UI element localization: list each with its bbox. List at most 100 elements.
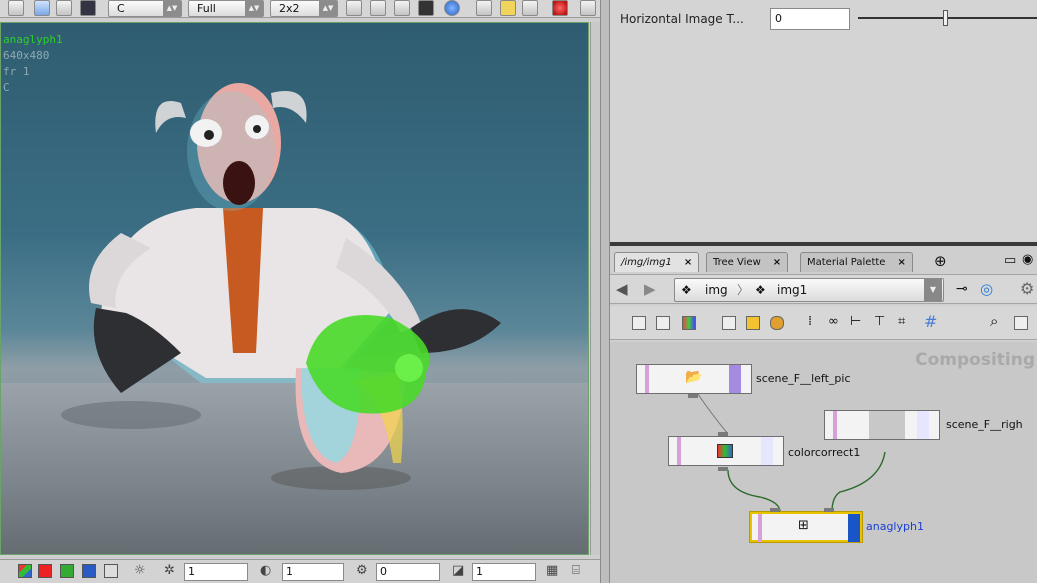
- note-icon[interactable]: [722, 316, 736, 330]
- alpha-channel-icon[interactable]: [104, 564, 118, 578]
- tab-material-palette[interactable]: Material Palette ×: [800, 252, 913, 272]
- scroll-right-icon[interactable]: [580, 0, 596, 16]
- image-viewport[interactable]: anaglyph1 640x480 fr 1 C: [0, 22, 589, 555]
- chevron-down-icon: ▲▼: [163, 1, 181, 16]
- node-flag: [729, 365, 741, 393]
- output-connector[interactable]: [718, 467, 728, 471]
- anaglyph-render-image: [61, 83, 501, 490]
- rgb-channels-icon[interactable]: [18, 564, 32, 578]
- gamma-icon[interactable]: ◐: [260, 563, 271, 578]
- arrange-icon[interactable]: ⌗: [898, 314, 905, 329]
- resolution-dropdown[interactable]: Full ▲▼: [188, 0, 264, 17]
- tab-label: Tree View: [713, 257, 761, 268]
- plane-dropdown[interactable]: C ▲▼: [108, 0, 182, 17]
- forward-arrow-icon[interactable]: ▶: [644, 280, 656, 298]
- viewer-toolbar: C ▲▼ Full ▲▼ 2x2 ▲▼: [0, 0, 600, 18]
- compare-a-icon[interactable]: [476, 0, 492, 16]
- green-channel-icon[interactable]: [60, 564, 74, 578]
- network-canvas[interactable]: Compositing 📂 scene_F__left_pic scene_F_…: [610, 342, 1037, 583]
- path-level-img[interactable]: img: [705, 279, 728, 301]
- img-network-icon: ❖: [681, 283, 692, 297]
- horizontal-image-translate-field[interactable]: 0: [770, 8, 850, 30]
- network-path[interactable]: ❖ img 〉 ❖ img1: [674, 278, 944, 302]
- viewport-frame: fr 1: [3, 65, 30, 78]
- maximize-icon[interactable]: ▭: [1004, 253, 1016, 268]
- tab-img-network[interactable]: /img/img1 ×: [614, 252, 700, 272]
- resolution-dropdown-value: Full: [197, 2, 216, 15]
- viewer-scrollbar[interactable]: [590, 22, 600, 555]
- network-pane: /img/img1 × Tree View × Material Palette × …: [610, 246, 1037, 583]
- search-icon[interactable]: ⌕: [990, 312, 998, 330]
- tree-layout-icon[interactable]: ⊢: [850, 314, 861, 329]
- align-icon[interactable]: ⊤: [874, 314, 885, 329]
- network-toolbar: ⁞ ∞ ⊢ ⊤ ⌗ # ⌕: [610, 306, 1037, 340]
- node-scene-right-pic[interactable]: [824, 410, 940, 440]
- slider-handle[interactable]: [943, 10, 948, 26]
- gamma-field[interactable]: 1: [282, 563, 344, 581]
- color-correct-icon: [717, 444, 733, 458]
- grid-icon[interactable]: ▦: [546, 563, 558, 578]
- sticky-note-icon[interactable]: [746, 316, 760, 330]
- path-level-img1[interactable]: img1: [777, 279, 807, 301]
- stereo-icon[interactable]: [552, 0, 568, 16]
- view-icon[interactable]: [1014, 316, 1028, 330]
- horizontal-image-translate-label: Horizontal Image T...: [620, 12, 744, 26]
- node-label: scene_F__left_pic: [756, 372, 851, 385]
- export-icon[interactable]: ⌸: [572, 563, 580, 578]
- list-view-icon[interactable]: [632, 316, 646, 330]
- compare-b-icon[interactable]: [500, 0, 516, 16]
- node-colorcorrect1[interactable]: [668, 436, 784, 466]
- output-connector[interactable]: [688, 394, 698, 398]
- pane-splitter[interactable]: [600, 0, 610, 583]
- gear-icon[interactable]: ⚙: [1020, 279, 1034, 298]
- offset-field[interactable]: 0: [376, 563, 440, 581]
- fit-icon[interactable]: [418, 0, 434, 16]
- compare-ab-icon[interactable]: [522, 0, 538, 16]
- home-icon[interactable]: [394, 0, 410, 16]
- blue-channel-icon[interactable]: [82, 564, 96, 578]
- viewport-overlay-info: anaglyph1 640x480 fr 1 C: [3, 32, 63, 96]
- brightness-icon[interactable]: ☼: [134, 563, 146, 578]
- houdini-window: C ▲▼ Full ▲▼ 2x2 ▲▼ anaglyph1 640x480 fr…: [0, 0, 1037, 583]
- close-icon[interactable]: ×: [897, 257, 905, 268]
- zoom-out-icon[interactable]: [370, 0, 386, 16]
- node-anaglyph1[interactable]: ⊞: [750, 512, 862, 542]
- layout-icon[interactable]: ⁞: [808, 314, 812, 329]
- tile-view-icon[interactable]: [656, 316, 670, 330]
- img-network-icon: ❖: [755, 283, 766, 297]
- pane-menu-icon[interactable]: ◉: [1022, 252, 1033, 267]
- view-mode-icon[interactable]: [34, 0, 50, 16]
- chevron-down-icon: ▲▼: [245, 1, 263, 16]
- back-arrow-icon[interactable]: ◀: [616, 280, 628, 298]
- info-icon[interactable]: [444, 0, 460, 16]
- path-dropdown-icon[interactable]: ▼: [924, 279, 942, 301]
- zoom-level-icon[interactable]: [56, 0, 72, 16]
- lut-field[interactable]: 1: [472, 563, 536, 581]
- add-tab-icon[interactable]: ⊕: [934, 252, 947, 270]
- grid-snap-icon[interactable]: #: [924, 312, 937, 331]
- lut-icon[interactable]: ◪: [452, 563, 464, 578]
- offset-icon[interactable]: ⚙: [356, 563, 368, 578]
- node-scene-left-pic[interactable]: 📂: [636, 364, 752, 394]
- red-channel-icon[interactable]: [38, 564, 52, 578]
- connect-icon[interactable]: ∞: [828, 314, 839, 329]
- zoom-in-icon[interactable]: [346, 0, 362, 16]
- sampling-dropdown[interactable]: 2x2 ▲▼: [270, 0, 338, 17]
- network-box-icon[interactable]: [770, 316, 784, 330]
- channel-icon[interactable]: [80, 0, 96, 16]
- input-connector[interactable]: [824, 508, 834, 512]
- sampling-dropdown-value: 2x2: [279, 2, 300, 15]
- input-connector[interactable]: [770, 508, 780, 512]
- gain-icon[interactable]: ✲: [164, 563, 175, 578]
- node-label: colorcorrect1: [788, 446, 861, 459]
- scroll-left-icon[interactable]: [8, 0, 24, 16]
- close-icon[interactable]: ×: [773, 257, 781, 268]
- close-icon[interactable]: ×: [684, 257, 692, 268]
- gain-field[interactable]: 1: [184, 563, 248, 581]
- pin-icon[interactable]: ⊸: [956, 281, 968, 297]
- tab-tree-view[interactable]: Tree View ×: [706, 252, 789, 272]
- node-flag: [761, 437, 773, 465]
- color-palette-icon[interactable]: [682, 316, 696, 330]
- link-icon[interactable]: ◎: [980, 280, 993, 298]
- input-connector[interactable]: [718, 432, 728, 436]
